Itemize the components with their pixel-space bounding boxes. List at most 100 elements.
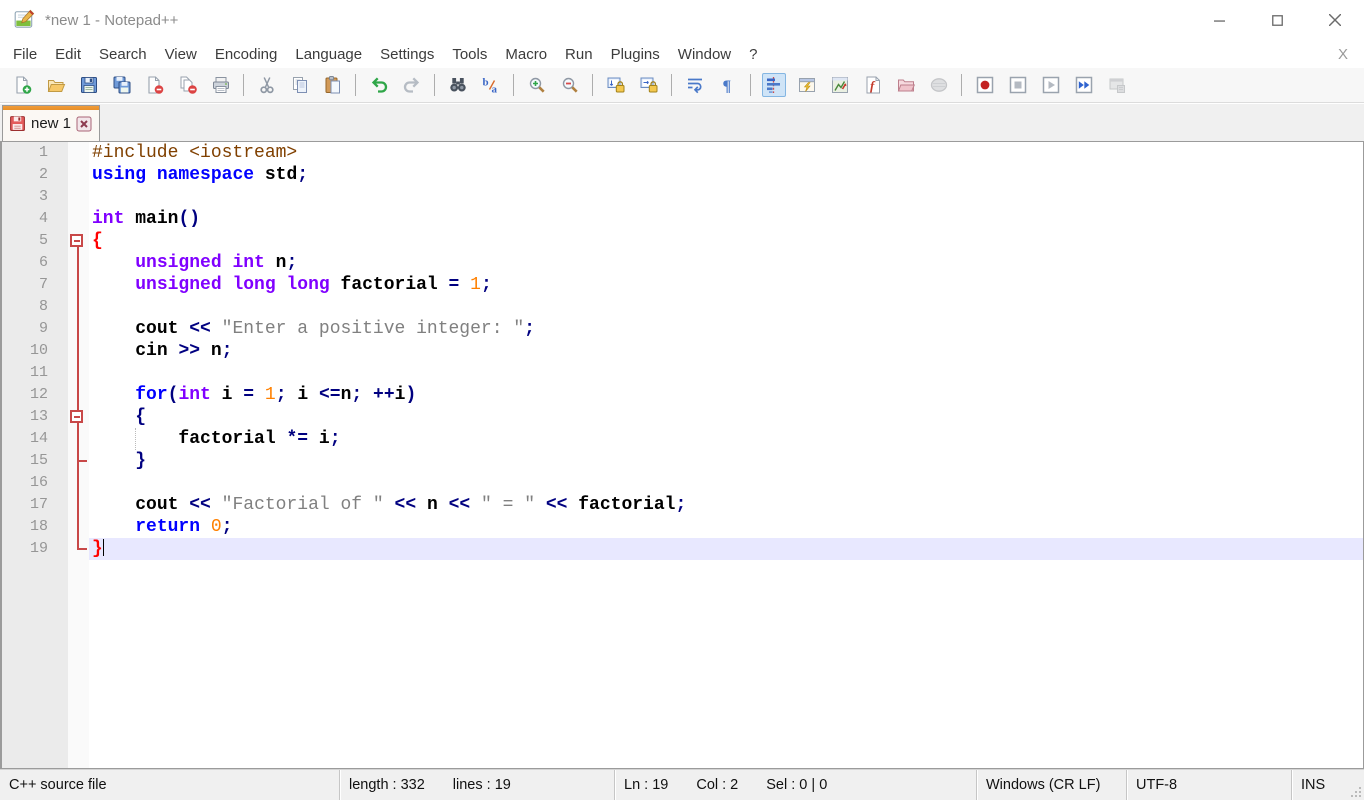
code-line-15[interactable]: 15 }: [2, 450, 1363, 472]
zoom-in-icon[interactable]: [525, 73, 549, 97]
user-defined-dialog-icon[interactable]: [795, 73, 819, 97]
macro-play-icon[interactable]: [1039, 73, 1063, 97]
code-line-18[interactable]: 18 return 0;: [2, 516, 1363, 538]
show-indent-guide-icon[interactable]: [762, 73, 786, 97]
maximize-button[interactable]: [1248, 0, 1306, 40]
fold-marker[interactable]: [68, 230, 89, 252]
word-wrap-icon[interactable]: [683, 73, 707, 97]
menu-item-help[interactable]: ?: [740, 43, 766, 66]
code-text[interactable]: [89, 362, 1363, 384]
menu-item-macro[interactable]: Macro: [496, 43, 556, 66]
show-all-characters-icon[interactable]: ¶: [716, 73, 740, 97]
menu-item-search[interactable]: Search: [90, 43, 156, 66]
minimize-button[interactable]: [1190, 0, 1248, 40]
macro-stop-icon[interactable]: [1006, 73, 1030, 97]
close-file-icon[interactable]: [143, 73, 167, 97]
line-number: 4: [2, 208, 68, 230]
resize-grip[interactable]: [1349, 785, 1362, 798]
menu-item-plugins[interactable]: Plugins: [602, 43, 669, 66]
redo-icon[interactable]: [400, 73, 424, 97]
cut-icon[interactable]: [255, 73, 279, 97]
replace-icon[interactable]: ba: [479, 73, 503, 97]
menu-close-button[interactable]: X: [1332, 44, 1354, 65]
status-value: Windows (CR LF): [986, 777, 1100, 793]
token-pl: [178, 319, 189, 339]
close-all-icon[interactable]: [176, 73, 200, 97]
code-text[interactable]: factorial *= i;: [89, 428, 1363, 450]
code-text[interactable]: #include <iostream>: [89, 142, 1363, 164]
undo-icon[interactable]: [367, 73, 391, 97]
menu-item-edit[interactable]: Edit: [46, 43, 90, 66]
code-text[interactable]: [89, 296, 1363, 318]
code-line-5[interactable]: 5{: [2, 230, 1363, 252]
save-file-icon[interactable]: [77, 73, 101, 97]
token-ty: int: [178, 385, 210, 405]
function-list-icon[interactable]: f: [861, 73, 885, 97]
code-line-19[interactable]: 19}: [2, 538, 1363, 560]
code-text[interactable]: }: [89, 450, 1363, 472]
tab-close-icon[interactable]: [76, 116, 92, 132]
menu-item-tools[interactable]: Tools: [443, 43, 496, 66]
tab-new-1[interactable]: new 1: [2, 105, 100, 141]
document-map-icon[interactable]: [828, 73, 852, 97]
code-text[interactable]: for(int i = 1; i <=n; ++i): [89, 384, 1363, 406]
code-line-1[interactable]: 1#include <iostream>: [2, 142, 1363, 164]
macro-run-multiple-icon[interactable]: [1072, 73, 1096, 97]
macro-record-icon[interactable]: [973, 73, 997, 97]
code-text[interactable]: unsigned int n;: [89, 252, 1363, 274]
code-text[interactable]: [89, 186, 1363, 208]
code-text[interactable]: cin >> n;: [89, 340, 1363, 362]
code-text[interactable]: using namespace std;: [89, 164, 1363, 186]
code-line-9[interactable]: 9 cout << "Enter a positive integer: ";: [2, 318, 1363, 340]
new-file-icon[interactable]: [11, 73, 35, 97]
menu-item-window[interactable]: Window: [669, 43, 740, 66]
code-line-12[interactable]: 12 for(int i = 1; i <=n; ++i): [2, 384, 1363, 406]
menu-item-file[interactable]: File: [4, 43, 46, 66]
code-text[interactable]: [89, 472, 1363, 494]
code-text[interactable]: cout << "Enter a positive integer: ";: [89, 318, 1363, 340]
sync-vertical-scroll-icon[interactable]: [604, 73, 628, 97]
menu-item-encoding[interactable]: Encoding: [206, 43, 287, 66]
code-text[interactable]: cout << "Factorial of " << n << " = " <<…: [89, 494, 1363, 516]
zoom-out-icon[interactable]: [558, 73, 582, 97]
token-op: *=: [286, 429, 308, 449]
find-icon[interactable]: [446, 73, 470, 97]
code-line-14[interactable]: 14 factorial *= i;: [2, 428, 1363, 450]
code-line-2[interactable]: 2using namespace std;: [2, 164, 1363, 186]
menu-item-view[interactable]: View: [156, 43, 206, 66]
code-line-11[interactable]: 11: [2, 362, 1363, 384]
token-pl: [254, 385, 265, 405]
code-text[interactable]: return 0;: [89, 516, 1363, 538]
line-number: 12: [2, 384, 68, 406]
token-id: i: [319, 429, 330, 449]
code-line-10[interactable]: 10 cin >> n;: [2, 340, 1363, 362]
save-all-icon[interactable]: [110, 73, 134, 97]
code-text[interactable]: }: [89, 538, 1363, 560]
open-file-icon[interactable]: [44, 73, 68, 97]
code-line-6[interactable]: 6 unsigned int n;: [2, 252, 1363, 274]
code-line-13[interactable]: 13 {: [2, 406, 1363, 428]
menu-item-settings[interactable]: Settings: [371, 43, 443, 66]
paste-icon[interactable]: [321, 73, 345, 97]
code-line-8[interactable]: 8: [2, 296, 1363, 318]
code-line-3[interactable]: 3: [2, 186, 1363, 208]
close-button[interactable]: [1306, 0, 1364, 40]
code-line-7[interactable]: 7 unsigned long long factorial = 1;: [2, 274, 1363, 296]
code-editor[interactable]: 1#include <iostream>2using namespace std…: [0, 141, 1364, 769]
menu-item-run[interactable]: Run: [556, 43, 602, 66]
code-text[interactable]: {: [89, 406, 1363, 428]
print-icon[interactable]: [209, 73, 233, 97]
code-line-16[interactable]: 16: [2, 472, 1363, 494]
code-text[interactable]: int main(): [89, 208, 1363, 230]
status-eol-format[interactable]: Windows (CR LF): [977, 770, 1127, 800]
copy-icon[interactable]: [288, 73, 312, 97]
status-encoding[interactable]: UTF-8: [1127, 770, 1292, 800]
code-line-17[interactable]: 17 cout << "Factorial of " << n << " = "…: [2, 494, 1363, 516]
code-text[interactable]: {: [89, 230, 1363, 252]
menu-item-language[interactable]: Language: [286, 43, 371, 66]
code-line-4[interactable]: 4 int main(): [2, 208, 1363, 230]
sync-horizontal-scroll-icon[interactable]: [637, 73, 661, 97]
code-text[interactable]: unsigned long long factorial = 1;: [89, 274, 1363, 296]
folder-as-workspace-icon[interactable]: [894, 73, 918, 97]
fold-marker[interactable]: [68, 406, 89, 428]
